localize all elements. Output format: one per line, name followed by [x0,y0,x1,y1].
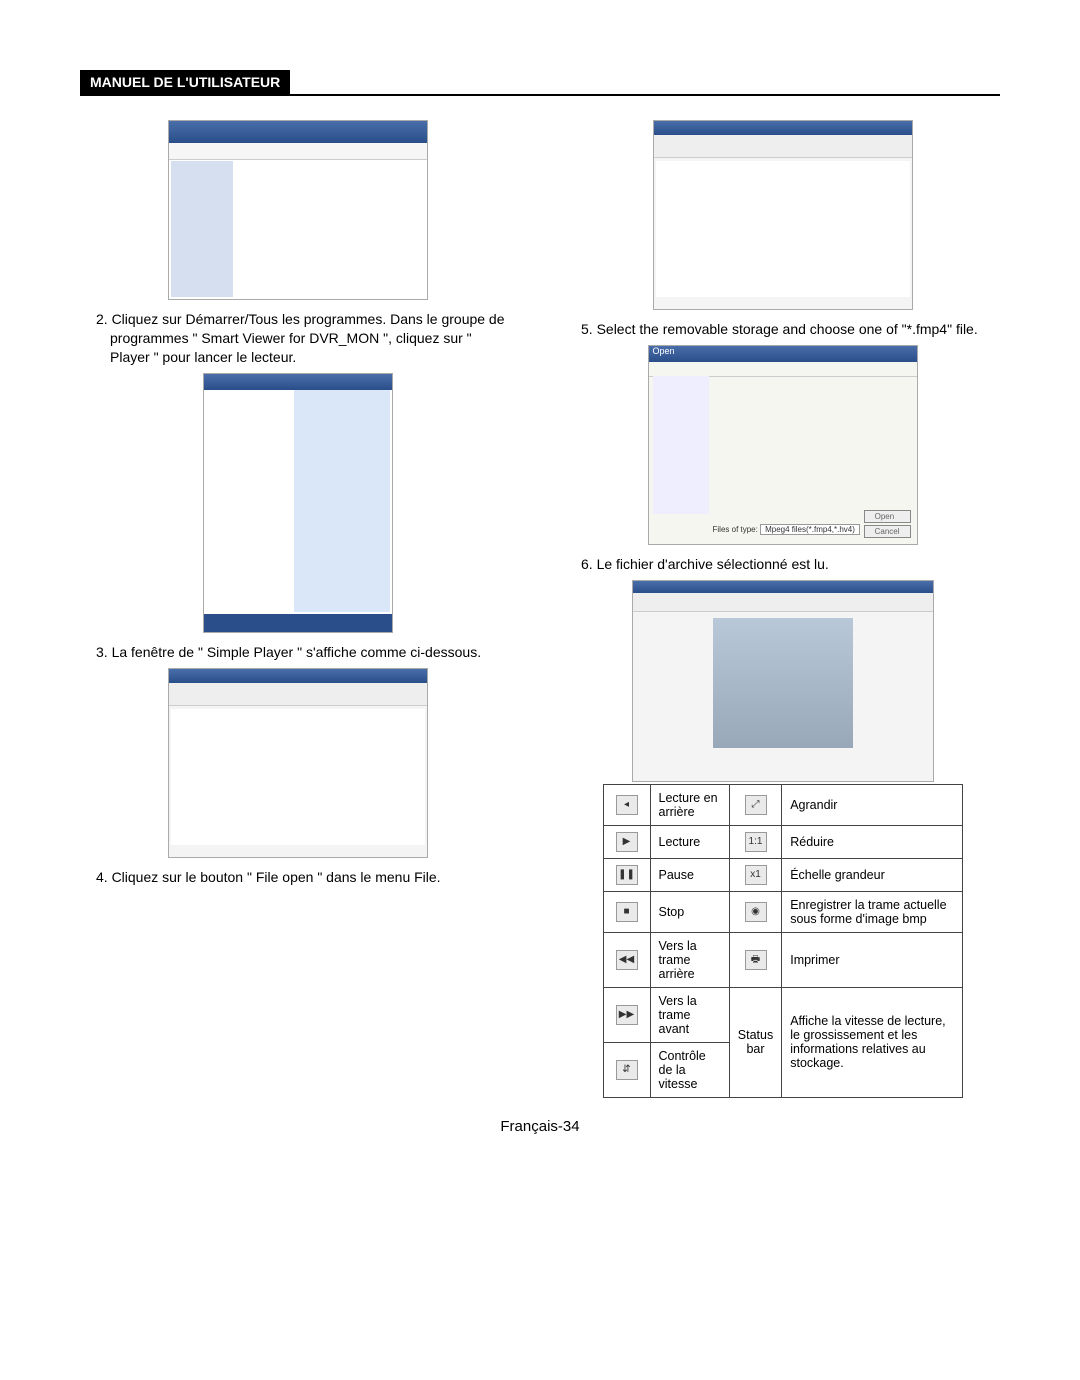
page-number: Français-34 [80,1118,1000,1135]
label-reverse-play: Lecture en arrière [650,784,729,825]
screenshot-startmenu [203,373,393,633]
label-save-bmp: Enregistrer la trame actuelle sous forme… [782,891,962,932]
step-3: 3. La fenêtre de " Simple Player " s'aff… [80,643,515,662]
next-frame-icon: ▶▶ [616,1005,638,1025]
stop-icon: ■ [616,902,638,922]
screenshot-simpleplayer-empty [168,668,428,858]
label-actual-size: Échelle grandeur [782,858,962,891]
table-row: ◂ Lecture en arrière ⤢ Agrandir [603,784,962,825]
screenshot-explorer [168,120,428,300]
buttons-legend-table: ◂ Lecture en arrière ⤢ Agrandir ▶ Lectur… [603,784,963,1098]
filter-label: Files of type: [713,525,758,534]
prev-frame-icon: ◀◀ [616,950,638,970]
actual-size-icon: x1 [745,865,767,885]
reduce-icon: 1:1 [745,832,767,852]
table-row: ❚❚ Pause x1 Échelle grandeur [603,858,962,891]
label-speed-control: Contrôle de la vitesse [650,1042,729,1097]
step-4: 4. Cliquez sur le bouton " File open " d… [80,868,515,887]
right-column: 5. Select the removable storage and choo… [565,116,1000,1098]
save-bmp-icon: ◉ [745,902,767,922]
label-status-bar: Affiche la vitesse de lecture, le grossi… [782,987,962,1097]
enlarge-icon: ⤢ [745,795,767,815]
label-play: Lecture [650,825,729,858]
table-row: ▶ Lecture 1:1 Réduire [603,825,962,858]
doc-header: MANUEL DE L'UTILISATEUR [80,70,290,94]
open-dialog-title: Open [649,346,917,362]
screenshot-simpleplayer-fileopen [653,120,913,310]
step-6: 6. Le fichier d'archive sélectionné est … [565,555,1000,574]
left-column: 2. Cliquez sur Démarrer/Tous les program… [80,116,515,1098]
label-prev-frame: Vers la trame arrière [650,932,729,987]
table-row: ◀◀ Vers la trame arrière 🖶 Imprimer [603,932,962,987]
label-next-frame: Vers la trame avant [650,987,729,1042]
open-button[interactable]: Open [864,510,911,523]
header-rule [80,94,1000,96]
reverse-play-icon: ◂ [616,795,638,815]
step-2: 2. Cliquez sur Démarrer/Tous les program… [80,310,515,367]
label-print: Imprimer [782,932,962,987]
pause-icon: ❚❚ [616,865,638,885]
step-5: 5. Select the removable storage and choo… [565,320,1000,339]
table-row: ▶▶ Vers la trame avant Status bar Affich… [603,987,962,1042]
label-pause: Pause [650,858,729,891]
screenshot-playback [632,580,934,782]
label-reduce: Réduire [782,825,962,858]
cancel-button[interactable]: Cancel [864,525,911,538]
status-bar-label: Status bar [729,987,781,1097]
table-row: ■ Stop ◉ Enregistrer la trame actuelle s… [603,891,962,932]
print-icon: 🖶 [745,950,767,970]
label-stop: Stop [650,891,729,932]
label-enlarge: Agrandir [782,784,962,825]
play-icon: ▶ [616,832,638,852]
speed-control-icon: ⇵ [616,1060,638,1080]
screenshot-open-dialog: Open Open Cancel Files of type: Mpeg4 fi… [648,345,918,545]
filter-value[interactable]: Mpeg4 files(*.fmp4,*.hv4) [760,524,860,535]
